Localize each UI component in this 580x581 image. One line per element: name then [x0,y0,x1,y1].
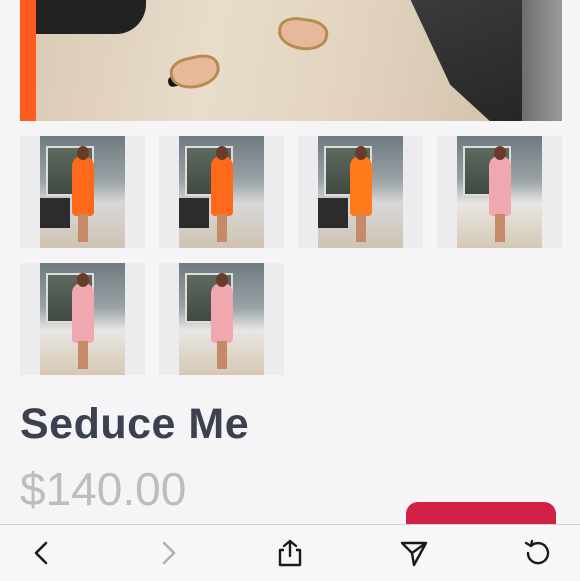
thumbnail-1[interactable] [20,136,145,248]
dark-furniture [36,0,146,34]
thumbnail-photo [179,136,264,248]
reload-button[interactable] [520,535,556,571]
browser-toolbar [0,524,580,581]
thumbnail-3[interactable] [298,136,423,248]
forward-icon [162,541,176,565]
thumbnail-photo [318,136,403,248]
orange-dress-edge [20,0,36,121]
thumbnail-photo [40,136,125,248]
thumbnail-4[interactable] [437,136,562,248]
thumbnail-6[interactable] [159,263,284,375]
forward-button[interactable] [150,535,186,571]
product-price: $140.00 [20,463,187,515]
thumbnail-2[interactable] [159,136,284,248]
back-button[interactable] [24,535,60,571]
reload-icon [524,539,550,565]
thumbnail-photo [179,263,264,375]
send-button[interactable] [396,535,432,571]
back-icon [34,541,48,565]
send-icon [400,541,428,567]
cushion [522,0,562,121]
product-main-image[interactable] [20,0,562,121]
product-title: Seduce Me [20,400,250,448]
thumbnail-5[interactable] [20,263,145,375]
share-button[interactable] [272,535,308,571]
thumbnail-photo [40,263,125,375]
share-icon [278,539,302,567]
thumbnail-photo [457,136,542,248]
